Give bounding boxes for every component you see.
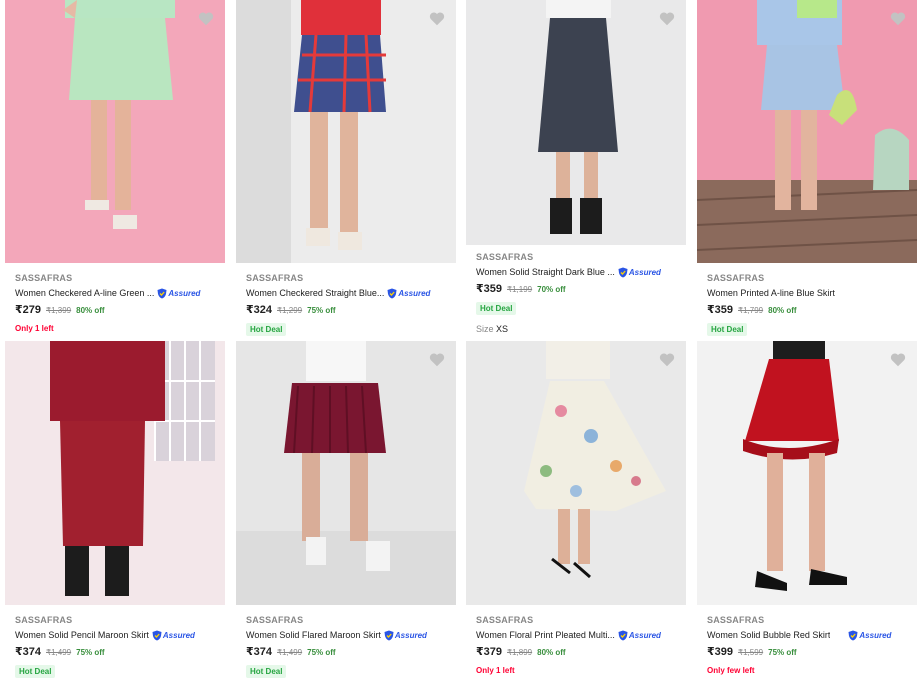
product-brand: SASSAFRAS bbox=[707, 615, 765, 625]
product-photo bbox=[697, 0, 917, 263]
product-image[interactable] bbox=[466, 341, 686, 605]
hot-deal-badge: Hot Deal bbox=[15, 665, 56, 678]
assured-label: Assured bbox=[628, 630, 661, 640]
product-discount: 75% off bbox=[76, 648, 105, 657]
assured-shield-icon bbox=[387, 288, 397, 298]
assured-shield-icon bbox=[157, 288, 167, 298]
wishlist-heart-icon[interactable] bbox=[889, 10, 907, 28]
product-image[interactable] bbox=[697, 341, 917, 605]
product-discount: 75% off bbox=[768, 648, 797, 657]
product-price: ₹399 bbox=[707, 646, 734, 658]
product-title[interactable]: Women Solid Flared Maroon Skirt bbox=[246, 630, 381, 640]
product-mrp: ₹1,299 bbox=[277, 306, 303, 315]
product-discount: 75% off bbox=[307, 306, 336, 315]
product-brand: SASSAFRAS bbox=[15, 615, 73, 625]
product-mrp: ₹1,799 bbox=[738, 306, 764, 315]
product-discount: 80% off bbox=[537, 648, 566, 657]
product-discount: 80% off bbox=[768, 306, 797, 315]
assured-badge: Assured bbox=[152, 630, 195, 641]
assured-shield-icon bbox=[848, 630, 858, 640]
product-title[interactable]: Women Floral Print Pleated Multi... bbox=[476, 630, 615, 640]
product-photo bbox=[5, 0, 225, 263]
assured-badge: Assured bbox=[618, 630, 661, 641]
product-discount: 80% off bbox=[76, 306, 105, 315]
product-title[interactable]: Women Checkered A-line Green ... bbox=[15, 288, 154, 298]
product-brand: SASSAFRAS bbox=[476, 252, 534, 262]
assured-shield-icon bbox=[618, 630, 628, 640]
hot-deal-badge: Hot Deal bbox=[476, 302, 517, 315]
hot-deal-badge: Hot Deal bbox=[707, 323, 748, 336]
assured-badge: Assured bbox=[618, 267, 661, 278]
product-mrp: ₹1,199 bbox=[507, 285, 533, 294]
product-title[interactable]: Women Printed A-line Blue Skirt bbox=[707, 288, 835, 298]
assured-shield-icon bbox=[384, 630, 394, 640]
wishlist-heart-icon[interactable] bbox=[428, 10, 446, 28]
hot-deal-badge: Hot Deal bbox=[246, 323, 287, 336]
product-price: ₹359 bbox=[707, 304, 734, 316]
wishlist-heart-icon[interactable] bbox=[658, 351, 676, 369]
product-brand: SASSAFRAS bbox=[476, 615, 534, 625]
product-photo bbox=[466, 341, 686, 605]
stock-warning: Only few left bbox=[707, 666, 755, 675]
product-photo bbox=[466, 0, 686, 245]
product-price: ₹359 bbox=[476, 283, 503, 295]
hot-deal-badge: Hot Deal bbox=[246, 665, 287, 678]
assured-badge: Assured bbox=[848, 630, 891, 641]
assured-label: Assured bbox=[394, 630, 427, 640]
product-price: ₹324 bbox=[246, 304, 273, 316]
product-image[interactable] bbox=[5, 341, 225, 605]
assured-shield-icon bbox=[152, 630, 162, 640]
product-price: ₹379 bbox=[476, 646, 503, 658]
product-image[interactable] bbox=[5, 0, 225, 263]
product-discount: 75% off bbox=[307, 648, 336, 657]
product-photo bbox=[236, 341, 456, 605]
product-title[interactable]: Women Solid Straight Dark Blue ... bbox=[476, 267, 615, 277]
product-brand: SASSAFRAS bbox=[707, 273, 765, 283]
wishlist-heart-icon[interactable] bbox=[428, 351, 446, 369]
wishlist-heart-icon[interactable] bbox=[889, 351, 907, 369]
product-discount: 70% off bbox=[537, 285, 566, 294]
assured-label: Assured bbox=[168, 288, 201, 298]
assured-badge: Assured bbox=[157, 288, 200, 299]
stock-warning: Only 1 left bbox=[15, 324, 54, 333]
product-photo bbox=[5, 341, 225, 605]
assured-badge: Assured bbox=[384, 630, 427, 641]
assured-label: Assured bbox=[162, 630, 195, 640]
product-photo bbox=[697, 341, 917, 605]
product-price: ₹374 bbox=[15, 646, 42, 658]
product-price: ₹279 bbox=[15, 304, 42, 316]
wishlist-heart-icon[interactable] bbox=[197, 10, 215, 28]
product-mrp: ₹1,499 bbox=[277, 648, 303, 657]
product-image[interactable] bbox=[236, 341, 456, 605]
product-image[interactable] bbox=[697, 0, 917, 263]
wishlist-heart-icon[interactable] bbox=[658, 10, 676, 28]
product-mrp: ₹1,599 bbox=[738, 648, 764, 657]
product-brand: SASSAFRAS bbox=[246, 615, 304, 625]
size-value: XS bbox=[496, 324, 509, 334]
assured-label: Assured bbox=[398, 288, 431, 298]
product-image[interactable] bbox=[236, 0, 456, 263]
product-title[interactable]: Women Solid Bubble Red Skirt bbox=[707, 630, 830, 640]
product-photo bbox=[236, 0, 456, 263]
assured-label: Assured bbox=[859, 630, 892, 640]
product-image[interactable] bbox=[466, 0, 686, 245]
product-mrp: ₹1,899 bbox=[507, 648, 533, 657]
assured-label: Assured bbox=[628, 267, 661, 277]
assured-shield-icon bbox=[618, 267, 628, 277]
product-mrp: ₹1,399 bbox=[46, 306, 72, 315]
product-title[interactable]: Women Solid Pencil Maroon Skirt bbox=[15, 630, 149, 640]
stock-warning: Only 1 left bbox=[476, 666, 515, 675]
product-title[interactable]: Women Checkered Straight Blue... bbox=[246, 288, 384, 298]
product-brand: SASSAFRAS bbox=[15, 273, 73, 283]
product-price: ₹374 bbox=[246, 646, 273, 658]
assured-badge: Assured bbox=[387, 288, 430, 299]
size-info: Size XS bbox=[476, 324, 681, 334]
size-label: Size bbox=[476, 324, 494, 334]
product-mrp: ₹1,499 bbox=[46, 648, 72, 657]
product-brand: SASSAFRAS bbox=[246, 273, 304, 283]
